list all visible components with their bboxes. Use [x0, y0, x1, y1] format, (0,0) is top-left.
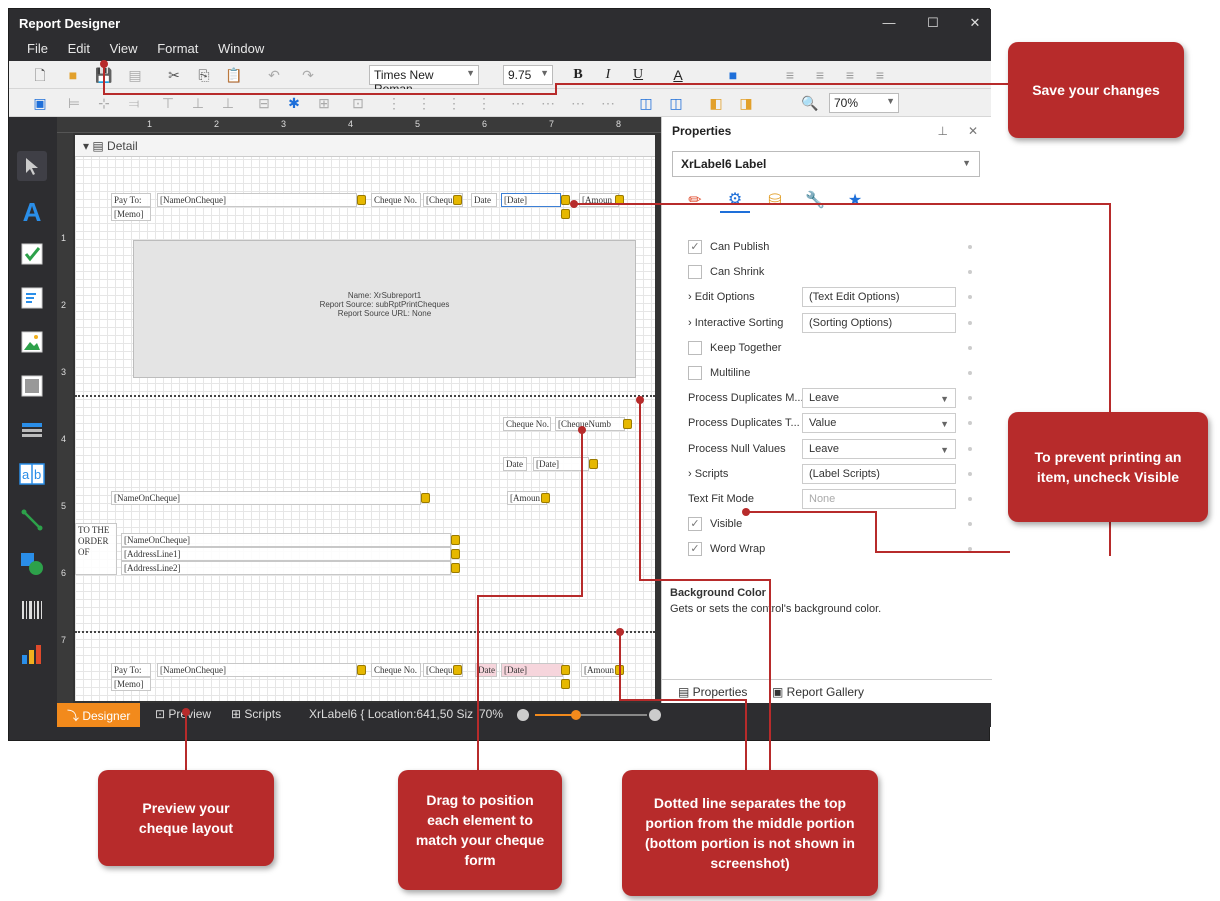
connector-line [746, 511, 1010, 553]
connector-dot [578, 426, 586, 434]
callout-drag: Drag to position each element to match y… [398, 770, 562, 890]
connector-dot [616, 628, 624, 636]
connector-dot [636, 396, 644, 404]
connector-dot [570, 200, 578, 208]
connector-line [477, 430, 583, 770]
callout-dotted: Dotted line separates the top portion fr… [622, 770, 878, 896]
connector-line [619, 632, 747, 770]
connector-line [639, 400, 771, 770]
connector-dot [100, 60, 108, 68]
callout-visible: To prevent printing an item, uncheck Vis… [1008, 412, 1208, 522]
connector-dot [182, 708, 190, 716]
connector-line [103, 64, 1010, 95]
callout-save: Save your changes [1008, 42, 1184, 138]
connector-dot [742, 508, 750, 516]
callout-preview: Preview your cheque layout [98, 770, 274, 866]
